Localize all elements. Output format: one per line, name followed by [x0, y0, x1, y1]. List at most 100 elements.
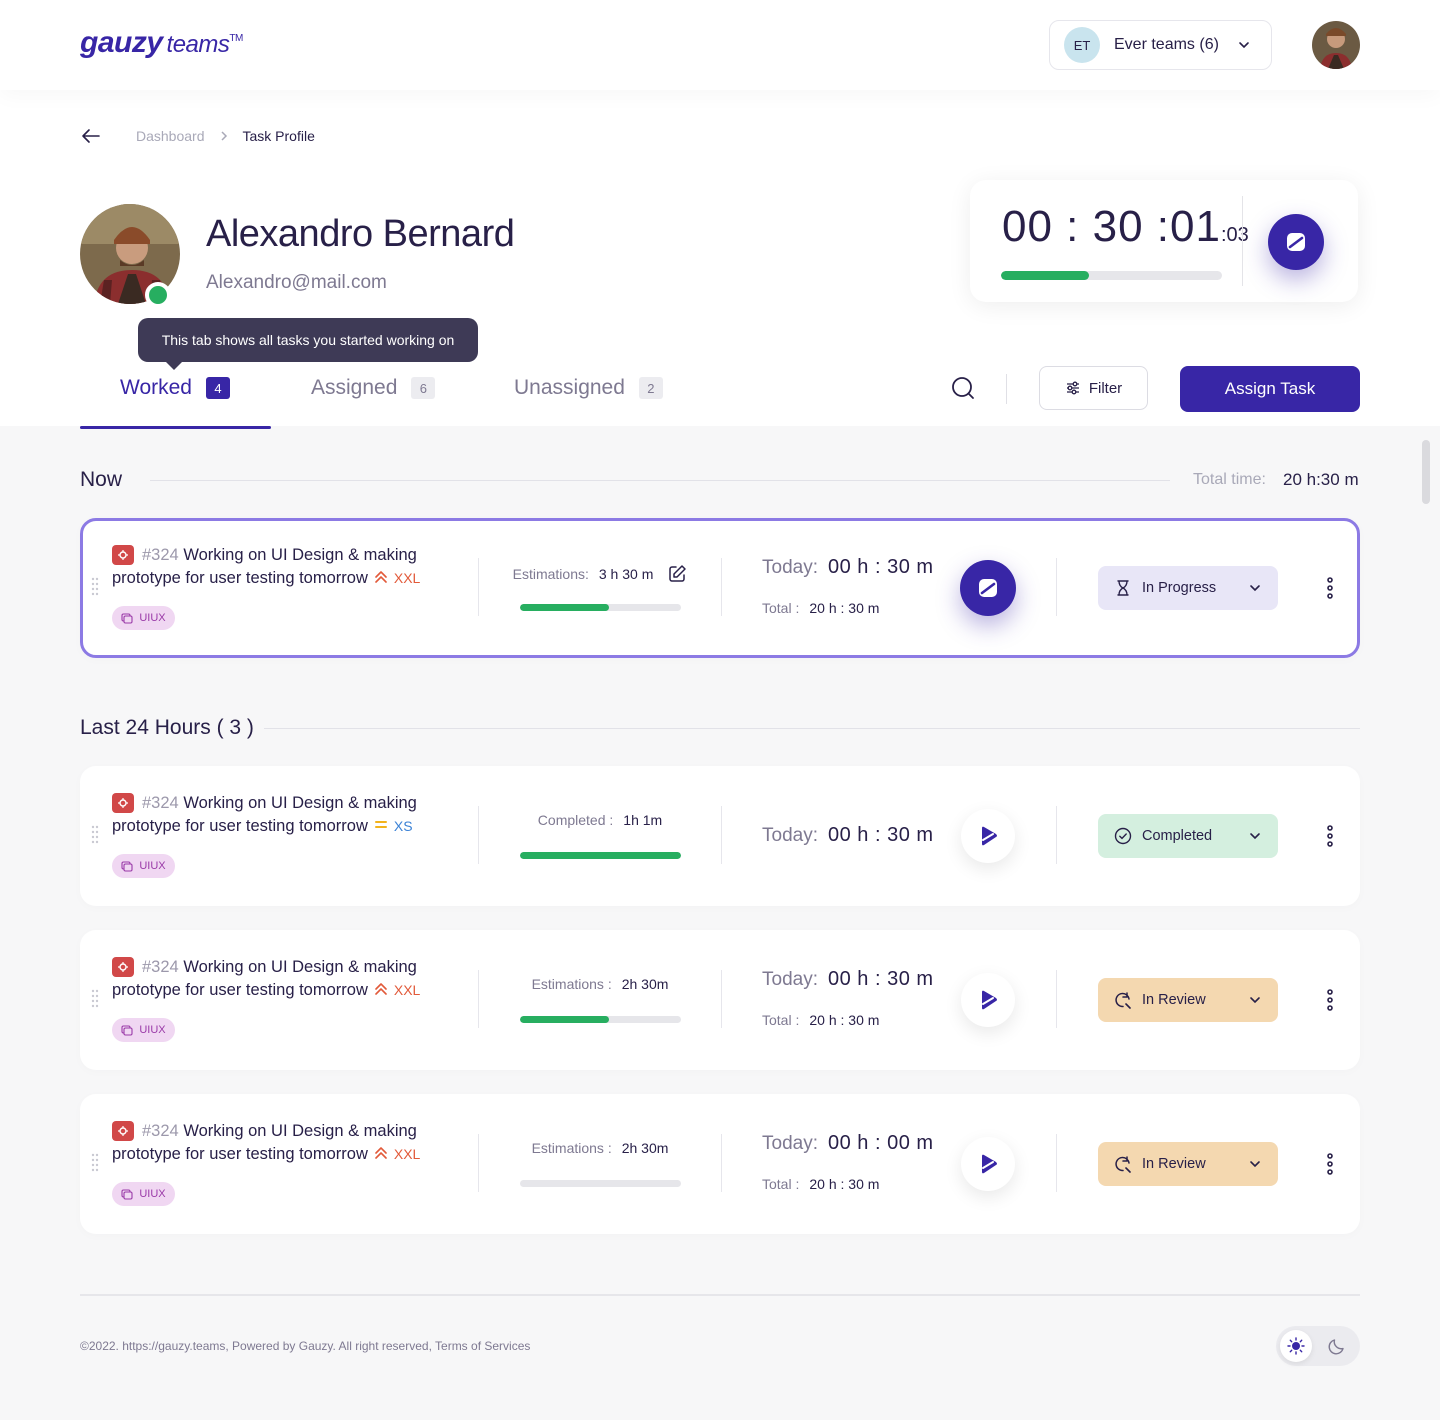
task-size: XXL — [393, 570, 421, 586]
search-icon — [952, 377, 974, 399]
task-size: XS — [393, 818, 413, 834]
estimation-label: Estimations: — [512, 566, 589, 582]
more-vertical-icon[interactable] — [1326, 824, 1334, 848]
drag-handle-icon[interactable] — [91, 1152, 99, 1174]
status-dropdown[interactable]: Completed — [1098, 814, 1278, 858]
task-title[interactable]: #324 Working on UI Design & making proto… — [112, 544, 462, 590]
more-vertical-icon[interactable] — [1326, 988, 1334, 1012]
today-value: 00 h : 30 m — [827, 824, 934, 846]
task-progress-bar — [520, 1016, 681, 1023]
more-vertical-icon[interactable] — [1326, 1152, 1334, 1176]
tab-active-indicator — [80, 426, 271, 429]
section-title-now: Now — [80, 468, 123, 491]
moon-icon[interactable] — [1328, 1337, 1346, 1355]
divider — [1056, 558, 1057, 616]
team-avatar: ET — [1064, 27, 1100, 63]
task-progress-bar — [520, 852, 681, 859]
task-total-time: Total : 20 h : 30 m — [762, 1012, 879, 1028]
task-progress-bar — [520, 1180, 681, 1187]
estimation-value: 2h 30m — [621, 976, 669, 992]
task-title[interactable]: #324 Working on UI Design & making proto… — [112, 792, 462, 838]
divider — [1006, 374, 1007, 404]
timer-stop-button[interactable] — [1268, 214, 1324, 270]
task-tag-label: UIUX — [139, 1188, 166, 1200]
timer-progress-fill — [1001, 271, 1090, 280]
edit-icon[interactable] — [667, 564, 687, 584]
task-play-button[interactable] — [961, 973, 1015, 1027]
play-icon — [982, 1154, 997, 1174]
task-progress-fill — [520, 604, 609, 611]
task-tag[interactable]: UIUX — [112, 854, 175, 878]
drag-handle-icon[interactable] — [91, 824, 99, 846]
status-dropdown[interactable]: In Progress — [1098, 566, 1278, 610]
task-progress-bar — [520, 604, 681, 611]
total-value: 20 h : 30 m — [809, 1012, 880, 1028]
divider — [478, 1134, 479, 1192]
task-title[interactable]: #324 Working on UI Design & making proto… — [112, 1120, 462, 1166]
today-value: 00 h : 30 m — [827, 556, 934, 578]
task-card[interactable]: #324 Working on UI Design & making proto… — [80, 766, 1360, 906]
task-card[interactable]: #324 Working on UI Design & making proto… — [80, 930, 1360, 1070]
total-label: Total : — [762, 1012, 800, 1028]
task-card[interactable]: #324 Working on UI Design & making proto… — [80, 1094, 1360, 1234]
drag-handle-icon[interactable] — [91, 988, 99, 1010]
more-vertical-icon[interactable] — [1326, 576, 1334, 600]
task-title[interactable]: #324 Working on UI Design & making proto… — [112, 956, 462, 1002]
task-card[interactable]: #324 Working on UI Design & making proto… — [80, 518, 1360, 658]
section-divider — [264, 728, 1360, 729]
tab-worked[interactable]: Worked 4 — [120, 376, 230, 400]
task-tag[interactable]: UIUX — [112, 606, 175, 630]
total-label: Total : — [762, 600, 800, 616]
team-selector[interactable]: ET Ever teams (6) — [1049, 20, 1272, 70]
user-avatar[interactable] — [1312, 21, 1360, 69]
assign-task-button[interactable]: Assign Task — [1180, 366, 1360, 412]
tag-icon — [121, 861, 133, 872]
estimation-label: Estimations : — [531, 976, 612, 992]
tab-count: 6 — [411, 377, 436, 399]
back-arrow-icon[interactable] — [80, 125, 102, 147]
task-today-time: Today: 00 h : 30 m — [762, 556, 934, 579]
divider — [478, 806, 479, 864]
theme-toggle[interactable] — [1276, 1326, 1360, 1366]
tab-assigned[interactable]: Assigned 6 — [311, 376, 436, 400]
logo[interactable]: gauzy teamsTM — [80, 26, 243, 60]
task-total-time: Total : 20 h : 30 m — [762, 600, 879, 616]
section-divider — [150, 480, 1170, 481]
tab-unassigned[interactable]: Unassigned 2 — [514, 376, 663, 400]
tag-icon — [121, 1189, 133, 1200]
chevron-down-icon — [1250, 833, 1260, 840]
divider — [478, 970, 479, 1028]
team-name: Ever teams (6) — [1114, 36, 1219, 53]
timer-card: 00 : 30 :01:03 — [970, 180, 1358, 302]
task-progress-fill — [520, 1016, 609, 1023]
status-dropdown[interactable]: In Review — [1098, 978, 1278, 1022]
filter-label: Filter — [1088, 379, 1123, 397]
divider — [1056, 970, 1057, 1028]
chevron-down-icon — [1250, 585, 1260, 592]
status-dropdown[interactable]: In Review — [1098, 1142, 1278, 1186]
footer-text: ©2022. https://gauzy.teams, Powered by G… — [80, 1339, 531, 1353]
task-tag[interactable]: UIUX — [112, 1182, 175, 1206]
scrollbar[interactable] — [1422, 440, 1430, 504]
task-play-button[interactable] — [961, 809, 1015, 863]
total-label: Total : — [762, 1176, 800, 1192]
filter-icon — [1066, 381, 1079, 395]
light-mode-button[interactable] — [1280, 1330, 1312, 1362]
search-button[interactable] — [950, 375, 976, 406]
filter-button[interactable]: Filter — [1039, 366, 1148, 410]
tab-label: Worked — [120, 376, 192, 399]
divider — [1056, 806, 1057, 864]
drag-handle-icon[interactable] — [91, 576, 99, 598]
online-status-dot — [145, 282, 171, 308]
task-tag-label: UIUX — [139, 612, 166, 624]
total-value: 20 h : 30 m — [809, 600, 880, 616]
task-stop-button[interactable] — [960, 560, 1016, 616]
breadcrumb-dashboard[interactable]: Dashboard — [136, 128, 205, 144]
task-tag[interactable]: UIUX — [112, 1018, 175, 1042]
check-circle-icon — [1114, 827, 1132, 845]
divider — [721, 806, 722, 864]
task-play-button[interactable] — [961, 1137, 1015, 1191]
chevron-right-icon — [220, 131, 227, 141]
task-today-time: Today: 00 h : 30 m — [762, 824, 934, 847]
estimation-value: 3 h 30 m — [598, 566, 654, 582]
